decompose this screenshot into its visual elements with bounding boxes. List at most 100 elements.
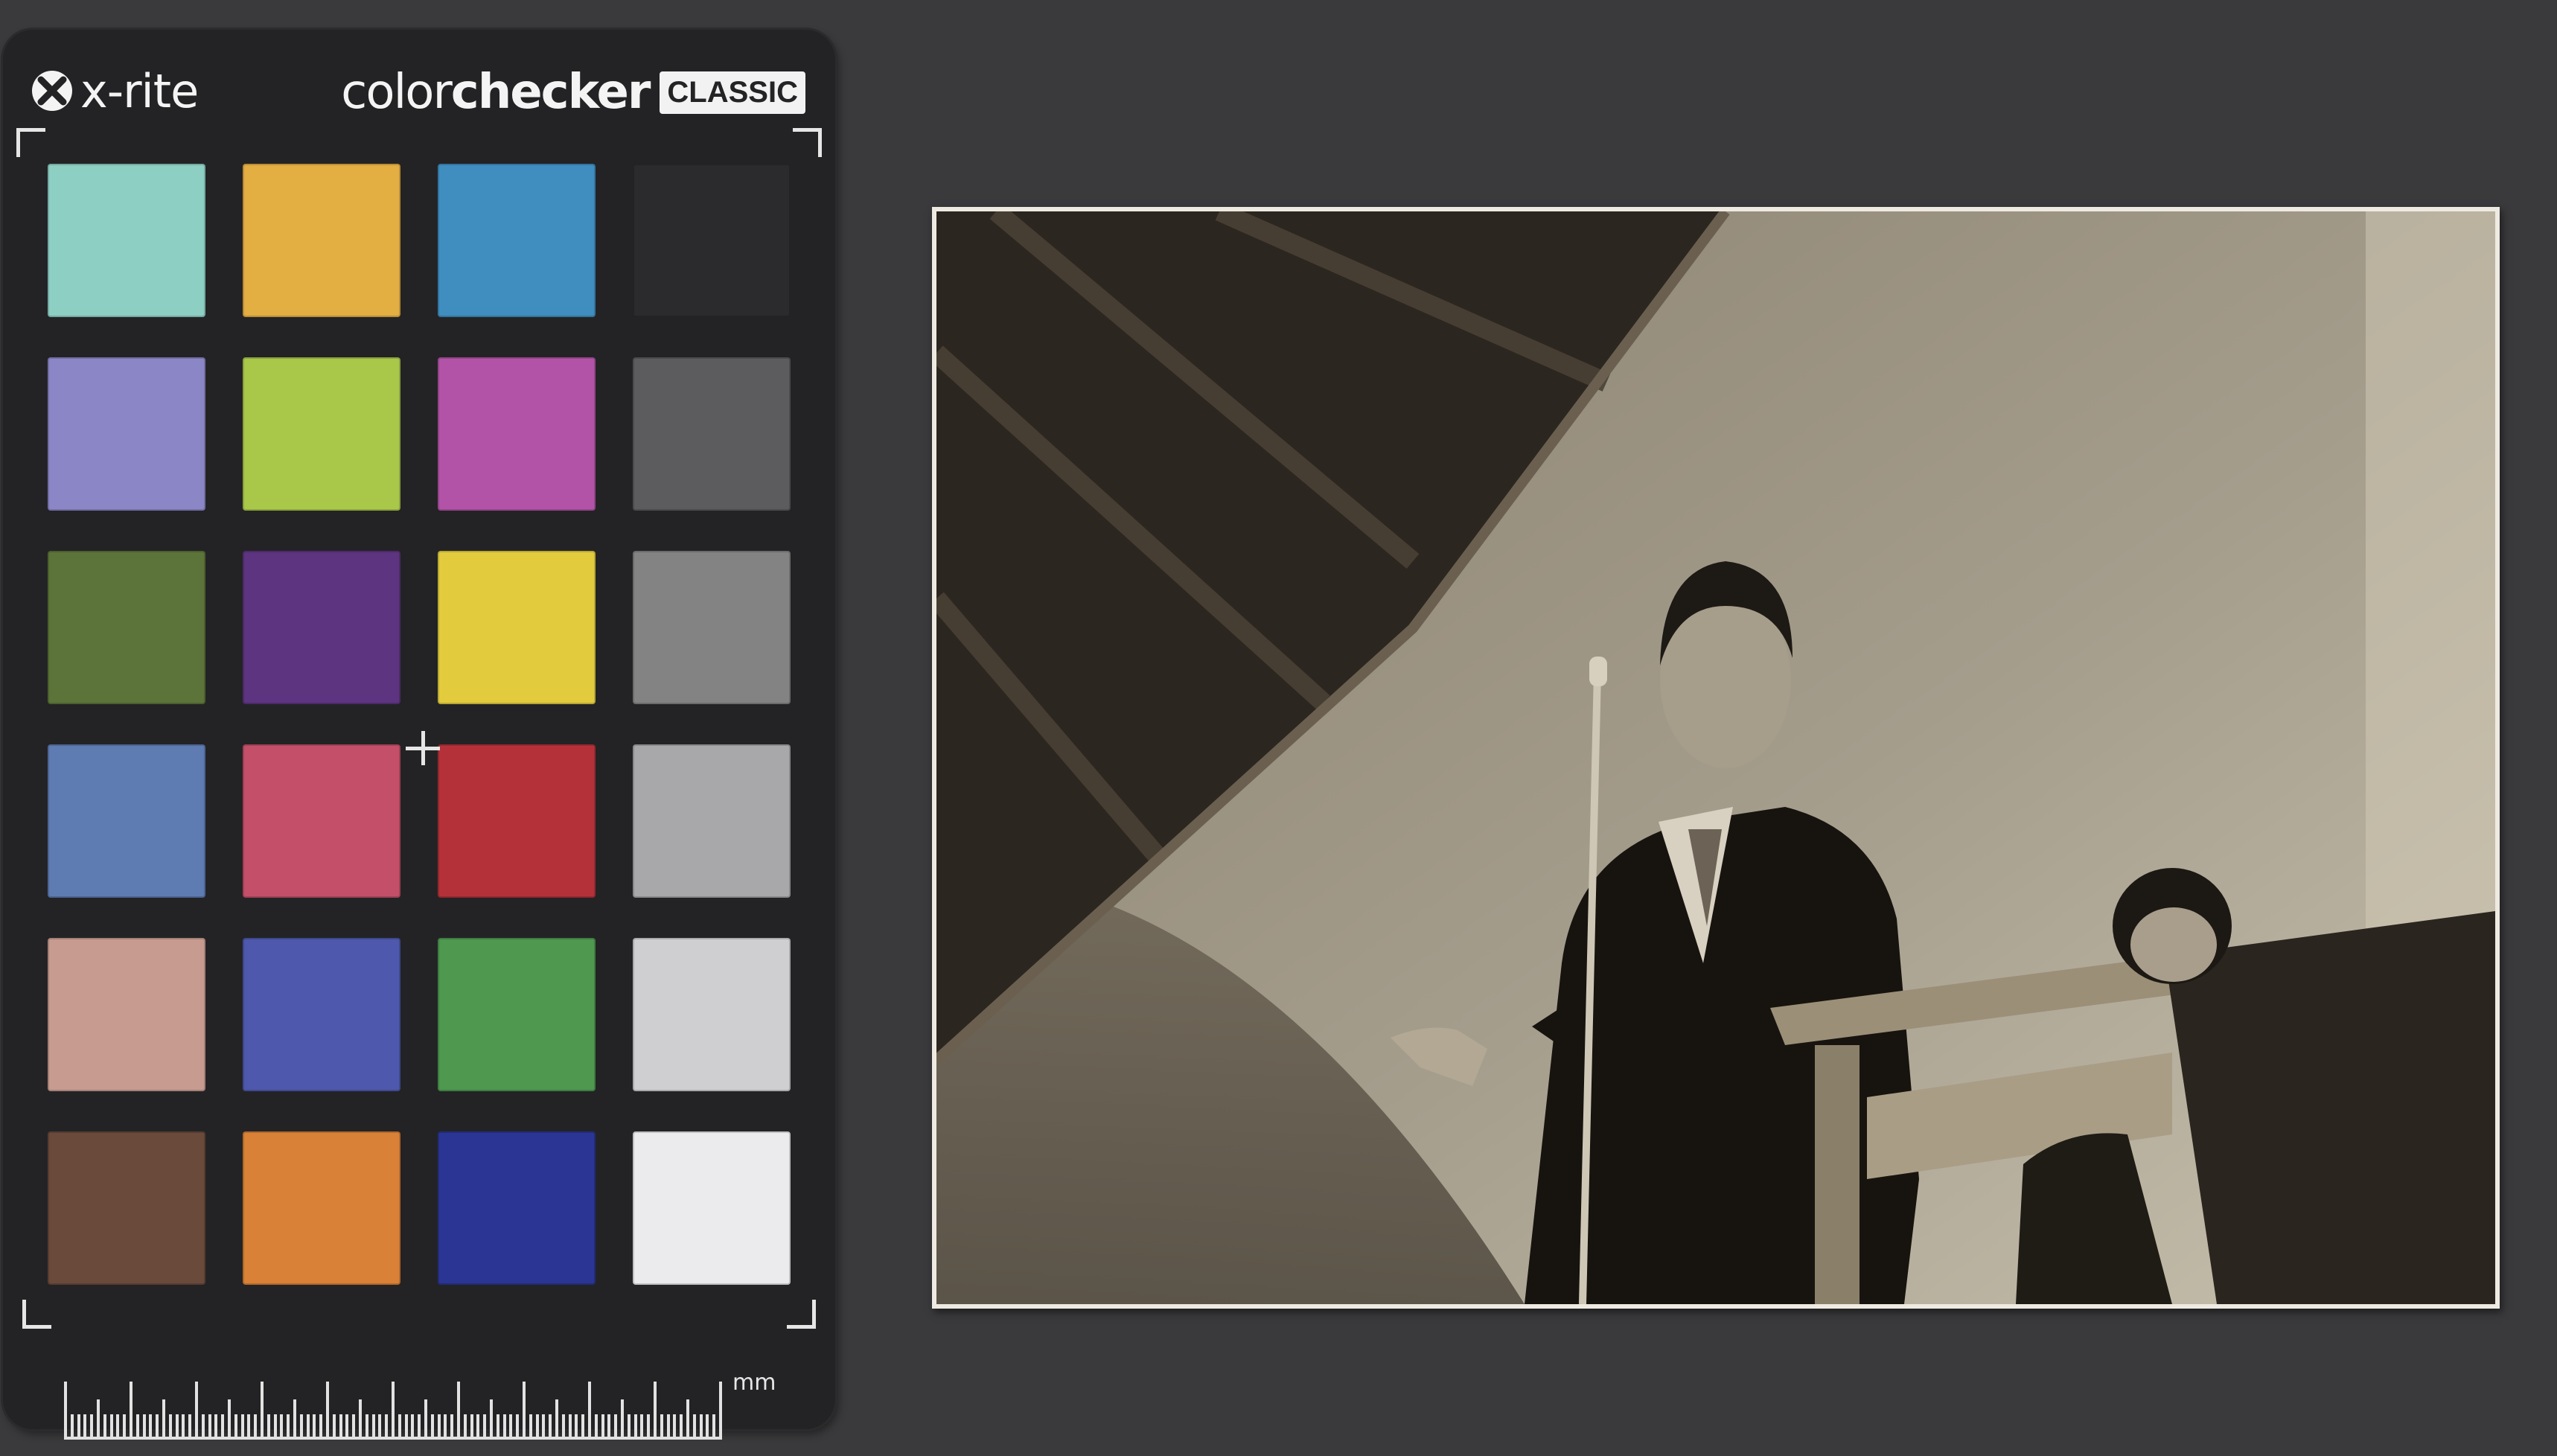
ruler-tick <box>254 1414 257 1440</box>
ruler-tick <box>149 1414 152 1440</box>
ruler-tick <box>156 1414 159 1440</box>
color-patch <box>243 357 400 511</box>
color-patch <box>633 357 791 511</box>
ruler-tick <box>640 1414 643 1440</box>
ruler-tick <box>450 1414 453 1440</box>
ruler-tick <box>339 1414 342 1440</box>
color-patch <box>438 744 596 898</box>
ruler-tick <box>621 1399 624 1440</box>
ruler-tick <box>116 1414 119 1440</box>
ruler-unit-label: mm <box>732 1370 776 1396</box>
black-and-white-photo-speaker-at-microphone <box>936 211 2495 1304</box>
color-patch <box>48 1131 205 1285</box>
ruler-tick <box>234 1414 237 1440</box>
ruler-tick <box>182 1414 185 1440</box>
color-patch <box>243 938 400 1091</box>
color-patch <box>243 1131 400 1285</box>
ruler-tick <box>693 1414 696 1440</box>
ruler-tick <box>313 1414 316 1440</box>
ruler-tick <box>700 1414 703 1440</box>
ruler-tick <box>169 1414 172 1440</box>
ruler-tick <box>464 1414 467 1440</box>
ruler-tick <box>509 1414 512 1440</box>
ruler-tick <box>365 1414 368 1440</box>
ruler-tick <box>581 1414 584 1440</box>
ruler-tick <box>176 1414 179 1440</box>
ruler-tick <box>529 1414 532 1440</box>
ruler-tick <box>392 1382 395 1440</box>
colorchecker-card: x-rite color checker CLASSIC <box>3 30 835 1429</box>
ruler-tick <box>628 1414 631 1440</box>
ruler-tick <box>143 1414 146 1440</box>
ruler-tick <box>483 1414 486 1440</box>
ruler-tick <box>444 1414 447 1440</box>
ruler-tick <box>680 1414 683 1440</box>
color-patch <box>633 164 791 317</box>
color-patch <box>48 938 205 1091</box>
ruler-tick <box>378 1414 381 1440</box>
ruler-tick <box>523 1382 526 1440</box>
ruler-tick <box>549 1414 552 1440</box>
ruler-tick <box>71 1414 74 1440</box>
ruler-tick <box>123 1414 126 1440</box>
color-patch <box>48 744 205 898</box>
color-patch <box>243 551 400 704</box>
ruler-baseline <box>64 1437 722 1440</box>
ruler-tick <box>345 1414 348 1440</box>
ruler-tick <box>195 1382 198 1440</box>
ruler-tick <box>97 1399 100 1440</box>
ruler-tick <box>261 1382 264 1440</box>
crosshair-icon <box>404 729 441 767</box>
ruler-tick <box>162 1399 165 1440</box>
ruler-tick <box>202 1414 205 1440</box>
ruler-tick <box>542 1414 545 1440</box>
color-patch <box>48 357 205 511</box>
ruler-tick <box>90 1414 93 1440</box>
color-patch <box>243 744 400 898</box>
ruler-tick <box>188 1414 191 1440</box>
mm-ruler <box>64 1379 722 1440</box>
color-patch <box>438 938 596 1091</box>
ruler-tick <box>287 1414 290 1440</box>
ruler-tick <box>575 1414 578 1440</box>
ruler-tick <box>319 1414 322 1440</box>
ruler-tick <box>247 1414 250 1440</box>
ruler-tick <box>712 1414 715 1440</box>
ruler-tick <box>77 1414 80 1440</box>
ruler-tick <box>130 1382 133 1440</box>
ruler-tick <box>497 1414 499 1440</box>
ruler-tick <box>359 1399 362 1440</box>
ruler-tick <box>214 1414 217 1440</box>
ruler-tick <box>221 1414 224 1440</box>
ruler-tick <box>110 1414 113 1440</box>
ruler-tick <box>562 1414 565 1440</box>
ruler-tick <box>503 1414 506 1440</box>
ruler-tick <box>398 1414 401 1440</box>
ruler-tick <box>352 1414 355 1440</box>
ruler-tick <box>673 1414 676 1440</box>
color-patch <box>633 744 791 898</box>
ruler-tick <box>660 1414 663 1440</box>
ruler-tick <box>490 1399 493 1440</box>
ruler-tick <box>136 1414 139 1440</box>
ruler-tick <box>405 1414 408 1440</box>
photo-print <box>932 207 2500 1309</box>
ruler-tick <box>569 1414 572 1440</box>
ruler-tick <box>706 1414 709 1440</box>
ruler-tick <box>372 1414 375 1440</box>
ruler-tick <box>719 1382 722 1440</box>
ruler-tick <box>326 1382 329 1440</box>
ruler-tick <box>536 1414 539 1440</box>
ruler-tick <box>208 1414 211 1440</box>
ruler-tick <box>601 1414 604 1440</box>
ruler-tick <box>555 1399 558 1440</box>
ruler-tick <box>457 1382 460 1440</box>
ruler-tick <box>280 1414 283 1440</box>
ruler-tick <box>654 1382 657 1440</box>
ruler-tick <box>64 1382 67 1440</box>
color-patch <box>438 357 596 511</box>
ruler-tick <box>595 1414 598 1440</box>
ruler-tick <box>385 1414 388 1440</box>
ruler-tick <box>607 1414 610 1440</box>
ruler-tick <box>614 1414 617 1440</box>
